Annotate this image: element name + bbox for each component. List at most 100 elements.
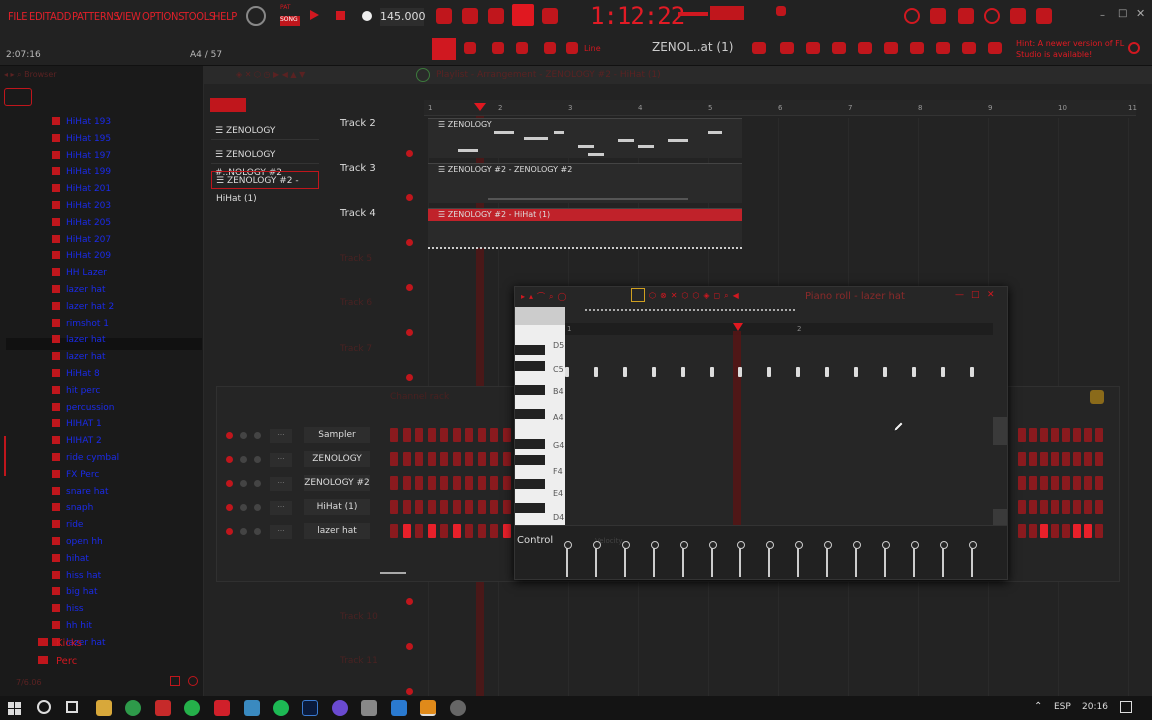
step-button[interactable] — [390, 500, 398, 514]
piano-roll-minimize-icon[interactable]: — — [955, 290, 964, 300]
step-button[interactable] — [1084, 476, 1092, 490]
channel-button-icon[interactable] — [240, 504, 247, 511]
browser-item[interactable]: HiHat 209 — [52, 248, 111, 264]
arrow-right-icon[interactable] — [464, 42, 476, 54]
task-view-icon[interactable] — [66, 701, 78, 713]
browser-item[interactable]: ride — [52, 517, 83, 533]
playlist-tools[interactable]: ◈ ✕ ⬡ ◷ ▶ ◀ ▲ ▼ — [236, 70, 412, 80]
step-button[interactable] — [477, 500, 486, 514]
velocity-bar[interactable] — [564, 541, 572, 577]
track-mute-icon[interactable] — [406, 329, 413, 336]
step-button[interactable] — [1095, 476, 1103, 490]
browser-item[interactable]: lazer hat — [52, 282, 106, 298]
step-button[interactable] — [415, 428, 423, 442]
note[interactable] — [593, 367, 598, 377]
step-button[interactable] — [1062, 428, 1070, 442]
step-button[interactable] — [465, 500, 473, 514]
track-mute-icon[interactable] — [406, 688, 413, 695]
channel-route[interactable]: … — [270, 525, 292, 539]
velocity-bar[interactable] — [910, 541, 919, 577]
step-button[interactable] — [427, 476, 436, 490]
velocity-bar[interactable] — [939, 541, 948, 577]
step-button[interactable] — [465, 476, 473, 490]
step-button[interactable] — [1040, 428, 1048, 442]
step-button[interactable] — [490, 500, 498, 514]
channel-button-icon[interactable] — [240, 528, 247, 535]
step-button[interactable] — [477, 428, 486, 442]
step-button[interactable] — [1018, 476, 1026, 490]
update-icon[interactable] — [1128, 42, 1140, 54]
clock[interactable]: 20:16 — [1082, 702, 1108, 712]
step-button[interactable] — [1029, 452, 1037, 466]
step-button[interactable] — [440, 452, 448, 466]
step-button[interactable] — [502, 452, 511, 466]
step-button[interactable] — [1018, 524, 1026, 538]
channel-button-icon[interactable] — [226, 480, 233, 487]
step-button[interactable] — [1051, 524, 1059, 538]
step-button[interactable] — [1051, 500, 1059, 514]
browser-item[interactable]: HiHat 205 — [52, 215, 111, 231]
mixer-icon[interactable] — [832, 42, 846, 54]
step-button[interactable] — [465, 452, 473, 466]
note[interactable] — [738, 367, 743, 377]
store-icon[interactable] — [1010, 8, 1026, 24]
step-button[interactable] — [402, 476, 411, 490]
track-2-label[interactable]: Track 2 — [340, 118, 376, 129]
language-indicator[interactable]: ESP — [1054, 702, 1071, 712]
step-button[interactable] — [1073, 428, 1081, 442]
channel-row[interactable]: … Sampler — [224, 427, 514, 445]
piano-roll-maximize-icon[interactable]: □ — [971, 290, 980, 300]
metronome-icon[interactable] — [436, 8, 452, 24]
black-key[interactable] — [515, 503, 545, 513]
search-taskbar-icon[interactable] — [37, 700, 51, 714]
browser-item[interactable]: lazer hat 2 — [52, 299, 114, 315]
step-button[interactable] — [1062, 524, 1070, 538]
step-button[interactable] — [477, 476, 486, 490]
note[interactable] — [680, 367, 685, 377]
step-button[interactable] — [390, 524, 398, 538]
velocity-bar[interactable] — [621, 541, 630, 577]
channel-row[interactable]: … lazer hat — [224, 523, 514, 541]
channel-button-icon[interactable] — [254, 528, 261, 535]
velocity-bar[interactable] — [737, 541, 746, 577]
magnet-icon[interactable] — [566, 42, 578, 54]
track-3-label[interactable]: Track 3 — [340, 163, 376, 174]
song-mode-label[interactable]: SONG — [280, 16, 300, 26]
step-button[interactable] — [1040, 452, 1048, 466]
control-label[interactable]: Control — [517, 535, 553, 546]
browser-tab-icon[interactable] — [4, 88, 32, 106]
step-button[interactable] — [452, 500, 461, 514]
piano-roll-tools[interactable]: ▸▴⌒⌕◯ — [521, 291, 621, 301]
note[interactable] — [709, 367, 714, 377]
menu-help[interactable]: HELP — [213, 10, 237, 23]
step-button[interactable] — [440, 428, 448, 442]
play-icon[interactable] — [310, 10, 319, 20]
channel-route[interactable]: … — [270, 501, 292, 515]
step-button[interactable] — [465, 428, 473, 442]
folder-kicks[interactable]: Kicks — [38, 638, 82, 649]
velocity-bar[interactable] — [766, 541, 775, 577]
help-icon[interactable] — [984, 8, 1000, 24]
minimize-icon[interactable]: – — [1100, 10, 1105, 21]
channel-button-icon[interactable] — [254, 456, 261, 463]
black-key[interactable] — [515, 439, 545, 449]
note[interactable] — [565, 367, 569, 377]
stop-icon[interactable] — [336, 11, 345, 20]
track-5-label[interactable]: Track 5 — [340, 254, 372, 264]
step-button[interactable] — [1040, 524, 1048, 538]
brave-icon[interactable] — [155, 700, 171, 716]
channel-button-icon[interactable] — [226, 432, 233, 439]
black-key[interactable] — [515, 345, 545, 355]
pattern-hihat[interactable]: ☰ ZENOLOGY #2 - HiHat (1) — [211, 171, 319, 204]
step-button[interactable] — [502, 476, 511, 490]
app-icon[interactable] — [244, 700, 260, 716]
step-button[interactable] — [427, 524, 436, 538]
step-button[interactable] — [1073, 500, 1081, 514]
channel-name[interactable]: ZENOLOGY — [304, 451, 370, 467]
browser-item[interactable]: HiHat 197 — [52, 148, 111, 164]
piano-roll-tools-2[interactable]: ⬡⊗✕⬡⬡◈◻⌕◀ — [649, 291, 779, 301]
browser-item[interactable]: HiHat 201 — [52, 181, 111, 197]
track-6-label[interactable]: Track 6 — [340, 298, 372, 308]
pr-scrollbar-2[interactable] — [993, 509, 1007, 525]
browser-item[interactable]: snaph — [52, 500, 93, 516]
